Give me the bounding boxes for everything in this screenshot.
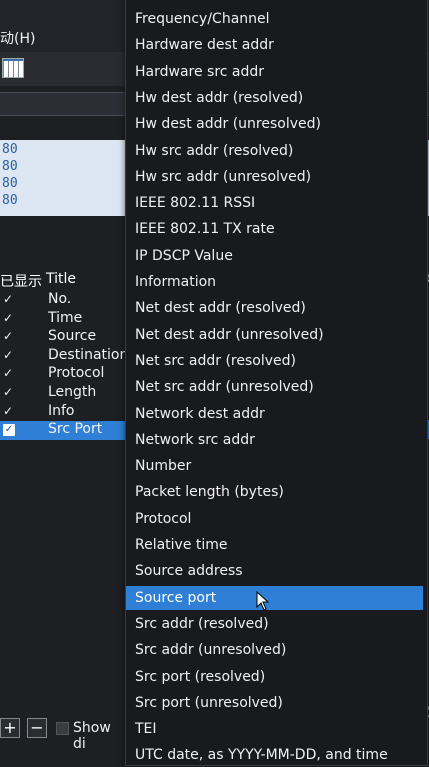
dropdown-item[interactable]: Src port (resolved) (126, 665, 423, 689)
column-row[interactable]: ✓ Source (0, 328, 129, 347)
dropdown-item[interactable]: Net dest addr (unresolved) (126, 323, 423, 347)
hex-line: 80 (2, 176, 18, 191)
column-type-dropdown[interactable]: Frequency/Channel Hardware dest addr Hardw… (125, 0, 428, 766)
dropdown-item[interactable]: Frequency/Channel (126, 7, 423, 31)
column-checkbox[interactable]: ✓ (3, 385, 13, 399)
column-row[interactable]: ✓ Time (0, 310, 129, 329)
dropdown-item[interactable]: Hw src addr (unresolved) (126, 165, 423, 189)
dropdown-item[interactable]: UTC date, as YYYY-MM-DD, and time (126, 743, 423, 767)
hex-pane: 80 80 80 80 (0, 140, 129, 216)
column-row[interactable]: ✓ Src Port (0, 421, 129, 441)
column-row[interactable]: ✓ Protocol (0, 365, 129, 384)
dropdown-item[interactable]: Hw dest addr (unresolved) (126, 112, 423, 136)
dropdown-item[interactable]: Src addr (resolved) (126, 612, 423, 636)
column-row[interactable]: ✓ Length (0, 384, 129, 403)
columns-header: 已显示 Title (0, 268, 129, 290)
header-shown[interactable]: 已显示 (0, 271, 42, 291)
dropdown-item[interactable]: Packet length (bytes) (126, 480, 423, 504)
column-title: Destination (48, 346, 129, 363)
column-title: Src Port (48, 421, 103, 438)
column-row[interactable]: ✓ Info (0, 403, 129, 422)
column-checkbox[interactable]: ✓ (3, 424, 15, 437)
dropdown-item[interactable]: Source port (126, 585, 423, 610)
dropdown-item[interactable]: Hardware src addr (126, 60, 423, 84)
dropdown-item[interactable]: Network src addr (126, 428, 423, 452)
column-title: Info (48, 402, 75, 419)
dropdown-item[interactable]: Hw dest addr (resolved) (126, 86, 423, 110)
table-icon[interactable] (2, 58, 24, 78)
column-checkbox[interactable]: ✓ (3, 329, 13, 343)
column-checkbox[interactable]: ✓ (3, 292, 13, 306)
dropdown-item[interactable]: Src port (unresolved) (126, 691, 423, 715)
column-checkbox[interactable]: ✓ (3, 348, 13, 362)
dropdown-item[interactable]: Number (126, 454, 423, 478)
dropdown-item[interactable]: Hardware dest addr (126, 33, 423, 57)
dropdown-item[interactable]: Protocol (126, 507, 423, 531)
hex-line: 80 (2, 159, 18, 174)
dropdown-item[interactable]: Source address (126, 559, 423, 583)
column-checkbox[interactable]: ✓ (3, 366, 13, 380)
dropdown-item[interactable]: Net dest addr (resolved) (126, 296, 423, 320)
show-label: Show di (73, 720, 111, 752)
dropdown-item[interactable]: Network dest addr (126, 402, 423, 426)
column-title: Time (48, 309, 83, 326)
hex-line: 80 (2, 193, 18, 208)
dropdown-item[interactable]: IEEE 802.11 RSSI (126, 191, 423, 215)
column-row[interactable]: ✓ No. (0, 291, 129, 310)
dropdown-item[interactable]: Information (126, 270, 423, 294)
column-title: No. (48, 291, 72, 307)
dropdown-item[interactable]: Relative time (126, 533, 423, 557)
dropdown-item[interactable]: Net src addr (resolved) (126, 349, 423, 373)
dropdown-item[interactable]: IP DSCP Value (126, 244, 423, 268)
dropdown-item[interactable]: Hw src addr (resolved) (126, 139, 423, 163)
column-title: Length (48, 384, 97, 400)
column-title: Source (48, 328, 97, 345)
column-checkbox[interactable]: ✓ (3, 311, 13, 325)
menu-help[interactable]: 动(H) (0, 28, 35, 48)
add-column-button[interactable]: + (0, 718, 20, 738)
column-title: Protocol (48, 365, 105, 382)
header-title[interactable]: Title (46, 271, 76, 287)
remove-column-button[interactable]: − (27, 718, 47, 738)
mouse-cursor-icon (256, 591, 270, 611)
hex-line: 80 (2, 142, 18, 157)
dropdown-item[interactable]: Net src addr (unresolved) (126, 375, 423, 399)
dropdown-item[interactable]: IEEE 802.11 TX rate (126, 217, 423, 241)
dropdown-item[interactable]: TEI (126, 717, 423, 741)
column-checkbox[interactable]: ✓ (3, 404, 13, 418)
column-row[interactable]: ✓ Destination (0, 347, 129, 366)
show-checkbox[interactable] (56, 722, 69, 735)
dropdown-item[interactable]: Src addr (unresolved) (126, 638, 423, 662)
